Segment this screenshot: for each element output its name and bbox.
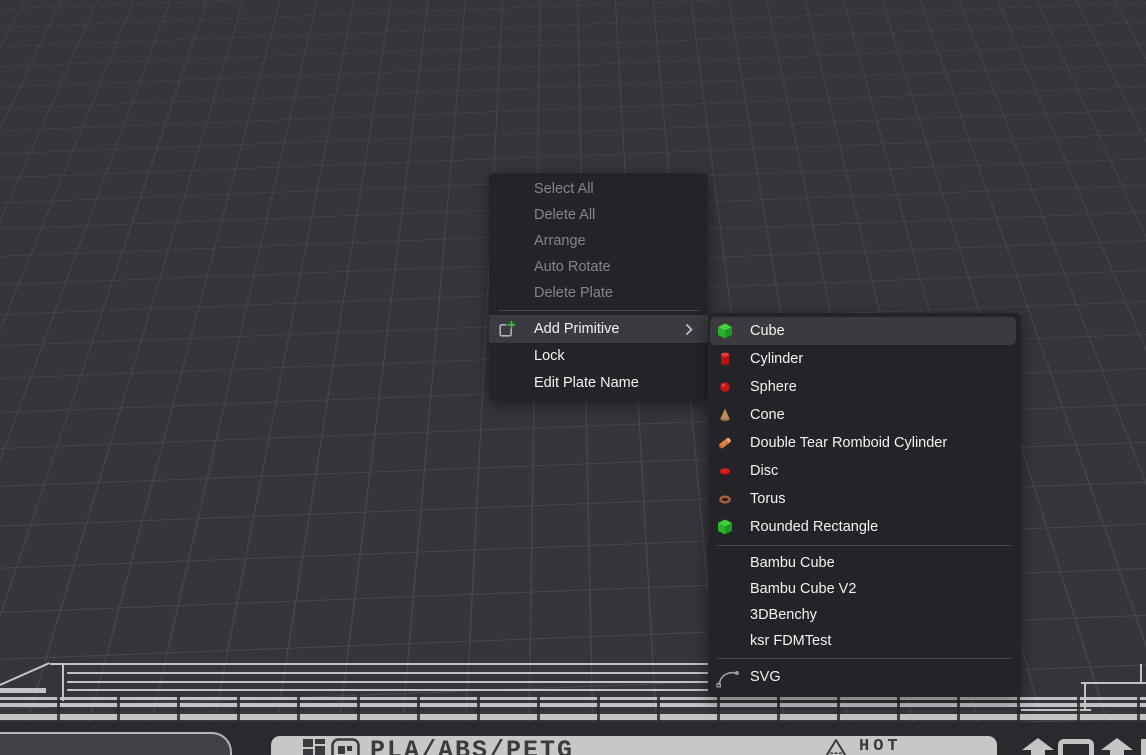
submenu-item-label: Cube	[750, 323, 785, 339]
menu-item-add-primitive[interactable]: Add Primitive	[489, 315, 708, 343]
plate-tab[interactable]	[0, 732, 232, 755]
submenu-item-svg[interactable]: SVG	[708, 663, 1021, 691]
submenu-separator	[717, 658, 1012, 659]
submenu-item-label: Sphere	[750, 379, 797, 395]
plate-icon-partial	[1141, 739, 1146, 755]
plate-context-menu: Select All Delete All Arrange Auto Rotat…	[489, 173, 708, 400]
plate-edge-stub	[0, 688, 46, 693]
submenu-item-sphere[interactable]: Sphere	[708, 373, 1021, 401]
cylinder-icon	[716, 350, 734, 368]
plate-qr-marker-icon	[331, 738, 361, 755]
submenu-item-3dbenchy[interactable]: 3DBenchy	[708, 602, 1021, 628]
submenu-item-label: Bambu Cube	[750, 555, 835, 571]
torus-icon	[716, 490, 734, 508]
plate-edge-connector	[1140, 664, 1142, 683]
plate-edge-line	[50, 663, 708, 665]
submenu-item-label: Bambu Cube V2	[750, 581, 856, 597]
submenu-item-label: Disc	[750, 463, 778, 479]
submenu-item-cone[interactable]: Cone	[708, 401, 1021, 429]
submenu-item-label: Double Tear Romboid Cylinder	[750, 435, 947, 451]
menu-item-label: Select All	[534, 181, 594, 197]
cone-icon	[716, 406, 734, 424]
double-tear-romboid-cylinder-icon	[716, 434, 734, 452]
hot-warning-label: HOT	[859, 737, 902, 755]
add-primitive-icon	[498, 320, 516, 338]
cube-icon	[716, 322, 734, 340]
menu-item-label: Delete Plate	[534, 285, 613, 301]
plate-edge-line	[1081, 682, 1146, 684]
submenu-item-label: SVG	[750, 669, 781, 685]
submenu-item-label: Cylinder	[750, 351, 803, 367]
sphere-icon	[716, 378, 734, 396]
submenu-item-cube[interactable]: Cube	[710, 317, 1016, 345]
submenu-item-torus[interactable]: Torus	[708, 485, 1021, 513]
menu-item-arrange: Arrange	[489, 228, 708, 254]
menu-item-edit-plate-name[interactable]: Edit Plate Name	[489, 369, 708, 397]
bezier-curve-icon	[715, 666, 741, 690]
menu-item-delete-plate: Delete Plate	[489, 280, 708, 306]
menu-item-label: Arrange	[534, 233, 586, 249]
bambu-logo-icon	[303, 739, 327, 755]
menu-item-select-all: Select All	[489, 176, 708, 202]
plate-edge-line	[67, 689, 708, 691]
menu-item-label: Auto Rotate	[534, 259, 611, 275]
submenu-item-label: Rounded Rectangle	[750, 519, 878, 535]
grid-tick-overlay	[0, 695, 1146, 722]
submenu-item-label: 3DBenchy	[750, 607, 817, 623]
arrow-up-plate-icon	[1022, 738, 1055, 755]
menu-separator	[498, 310, 699, 311]
submenu-item-cylinder[interactable]: Cylinder	[708, 345, 1021, 373]
submenu-item-bambu-cube-v2[interactable]: Bambu Cube V2	[708, 576, 1021, 602]
menu-item-label: Add Primitive	[534, 321, 619, 337]
plate-edge-line	[67, 681, 708, 683]
hot-warning-triangle-icon	[823, 738, 851, 755]
submenu-item-label: Torus	[750, 491, 785, 507]
menu-item-label: Delete All	[534, 207, 595, 223]
chevron-right-icon	[685, 323, 693, 336]
plate-nameplate[interactable]: PLA/ABS/PETG HOT	[271, 736, 997, 755]
plate-material-label: PLA/ABS/PETG	[370, 736, 574, 755]
submenu-item-rounded-rectangle[interactable]: Rounded Rectangle	[708, 513, 1021, 541]
submenu-item-bambu-cube[interactable]: Bambu Cube	[708, 550, 1021, 576]
add-primitive-submenu: Cube Cylinder Sphere Cone	[708, 313, 1021, 696]
square-plate-icon	[1058, 739, 1094, 755]
menu-item-label: Lock	[534, 348, 565, 364]
plate-edge-line	[67, 672, 708, 674]
submenu-item-disc[interactable]: Disc	[708, 457, 1021, 485]
submenu-item-ksr-fdmtest[interactable]: ksr FDMTest	[708, 628, 1021, 654]
rounded-rectangle-icon	[716, 518, 734, 536]
arrow-up-plate-icon	[1101, 738, 1134, 755]
submenu-item-label: ksr FDMTest	[750, 633, 831, 649]
menu-item-label: Edit Plate Name	[534, 375, 639, 391]
submenu-separator	[717, 545, 1012, 546]
disc-icon	[716, 462, 734, 480]
submenu-item-double-tear-romboid-cylinder[interactable]: Double Tear Romboid Cylinder	[708, 429, 1021, 457]
menu-item-delete-all: Delete All	[489, 202, 708, 228]
menu-item-auto-rotate: Auto Rotate	[489, 254, 708, 280]
menu-item-lock[interactable]: Lock	[489, 343, 708, 369]
submenu-item-label: Cone	[750, 407, 785, 423]
